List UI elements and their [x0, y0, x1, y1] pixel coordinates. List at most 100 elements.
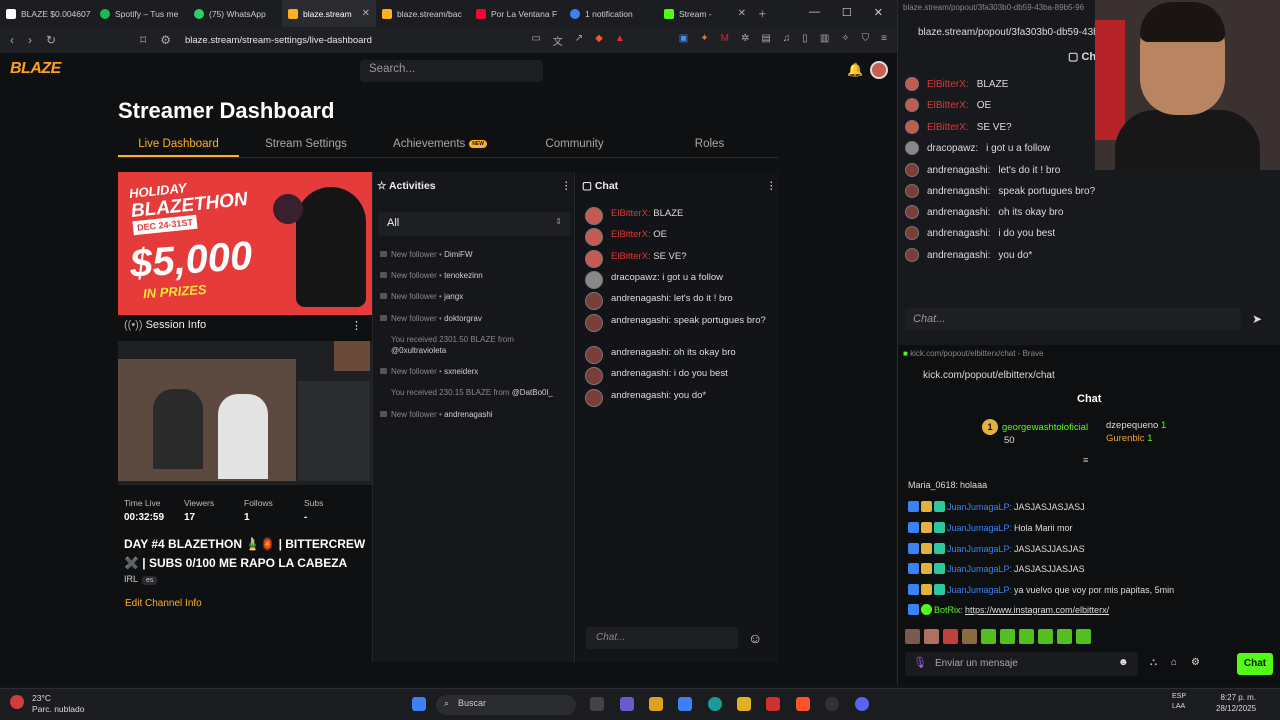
- tab-roles[interactable]: Roles: [642, 134, 777, 157]
- avatar[interactable]: [870, 61, 888, 79]
- search-input[interactable]: Search...: [360, 60, 543, 82]
- kick-url[interactable]: kick.com/popout/elbitterx/chat: [923, 370, 1055, 381]
- share-icon[interactable]: ↗: [575, 33, 583, 48]
- cast-icon[interactable]: ▭: [531, 33, 540, 48]
- copilot-icon[interactable]: [649, 697, 663, 711]
- weather-widget[interactable]: 23°C Parc. nublado: [10, 693, 84, 715]
- browser-tab[interactable]: 1 notification: [564, 0, 658, 27]
- edit-channel-info-link[interactable]: Edit Channel Info: [125, 598, 202, 609]
- popout-url[interactable]: blaze.stream/popout/3fa303b0-db59-43ba: [918, 27, 1104, 38]
- taskbar-search[interactable]: ⌕ Buscar: [436, 695, 576, 715]
- bookmark-icon[interactable]: ⌑: [140, 33, 146, 47]
- emote-icon[interactable]: [1038, 629, 1053, 644]
- crown-icon: [921, 563, 932, 574]
- emote-icon[interactable]: [1057, 629, 1072, 644]
- popout-chat-input[interactable]: Chat...: [905, 308, 1241, 330]
- kick-chat-send-button[interactable]: Chat: [1237, 653, 1273, 675]
- app-icon[interactable]: [766, 697, 780, 711]
- browser-tab[interactable]: Stream - ✕: [658, 0, 752, 27]
- collapse-icon[interactable]: ≡: [1083, 455, 1088, 465]
- emote-icon[interactable]: [943, 629, 958, 644]
- tab-live-dashboard[interactable]: Live Dashboard: [118, 134, 239, 157]
- chat-header: ▢ Chat ⋮: [582, 180, 777, 192]
- chat-input[interactable]: Chat...: [586, 627, 738, 649]
- stat-time-live: Time Live 00:32:59: [124, 498, 165, 523]
- extension-icon[interactable]: ✦: [700, 33, 708, 48]
- settings-icon[interactable]: ⚙: [1191, 657, 1200, 668]
- taskbar-clock[interactable]: 8:27 p. m. 28/12/2025: [1216, 692, 1256, 714]
- new-badge: NEW: [469, 139, 487, 148]
- folder-icon[interactable]: [737, 697, 751, 711]
- microphone-icon[interactable]: 🎙: [913, 656, 927, 669]
- store-icon[interactable]: [678, 697, 692, 711]
- emote-icon[interactable]: [962, 629, 977, 644]
- reload-icon[interactable]: ↻: [46, 33, 56, 47]
- activity-filter-select[interactable]: All ⇕: [378, 212, 570, 236]
- back-icon[interactable]: ‹: [10, 33, 14, 47]
- tab-stream-settings[interactable]: Stream Settings: [239, 134, 373, 157]
- new-tab-button[interactable]: ＋: [752, 0, 780, 27]
- leo-icon[interactable]: ✧: [841, 33, 849, 48]
- stream-preview[interactable]: [118, 341, 372, 485]
- close-window-icon[interactable]: ✕: [874, 6, 883, 19]
- send-icon[interactable]: ➤: [1252, 312, 1262, 326]
- music-icon[interactable]: ♫: [783, 33, 791, 48]
- site-info-icon[interactable]: ⚙: [160, 33, 171, 47]
- sidebar-icon[interactable]: ▯: [802, 33, 808, 48]
- more-options-icon[interactable]: ⋮: [561, 180, 572, 192]
- windows-start-icon[interactable]: [412, 697, 426, 711]
- users-icon[interactable]: ⛬: [1150, 657, 1157, 668]
- browser-tab[interactable]: Spotify – Tus me: [94, 0, 188, 27]
- link[interactable]: https://www.instagram.com/elbitterx/: [965, 605, 1109, 615]
- minimize-icon[interactable]: —: [809, 6, 820, 19]
- close-icon[interactable]: ✕: [738, 8, 746, 19]
- tab-community[interactable]: Community: [507, 134, 642, 157]
- bell-icon[interactable]: 🔔: [847, 62, 863, 78]
- emote-icon[interactable]: [924, 629, 939, 644]
- obs-icon[interactable]: [825, 697, 839, 711]
- emote-icon[interactable]: [981, 629, 996, 644]
- browser-tab-active[interactable]: blaze.stream ✕: [282, 0, 376, 27]
- wallet-icon[interactable]: ▥: [820, 33, 829, 48]
- extension-icon[interactable]: ▤: [761, 33, 770, 48]
- emoji-icon[interactable]: ☻: [1118, 657, 1129, 668]
- translate-ext-icon[interactable]: ▣: [679, 33, 688, 48]
- more-options-icon[interactable]: ⋮: [351, 319, 362, 332]
- rewards-icon[interactable]: ▲: [615, 33, 625, 48]
- maximize-icon[interactable]: ☐: [842, 6, 852, 19]
- edge-icon[interactable]: [708, 697, 722, 711]
- discord-icon[interactable]: [855, 697, 869, 711]
- store-icon[interactable]: ⌂: [1171, 657, 1177, 668]
- kick-message-input[interactable]: Enviar un mensaje: [905, 652, 1138, 676]
- browser-tab[interactable]: blaze.stream/bac: [376, 0, 470, 27]
- vpn-icon[interactable]: ⛉: [862, 33, 870, 48]
- forward-icon[interactable]: ›: [28, 33, 32, 47]
- emote-icon[interactable]: [1076, 629, 1091, 644]
- tab-achievements[interactable]: Achievements NEW: [373, 134, 507, 157]
- app-icon[interactable]: [620, 697, 634, 711]
- url-field[interactable]: blaze.stream/stream-settings/live-dashbo…: [185, 35, 372, 46]
- language-indicator[interactable]: ESP LAA: [1172, 692, 1186, 712]
- stream-category: IRL es: [124, 574, 158, 585]
- blaze-logo[interactable]: BLAZE: [10, 60, 61, 80]
- brave-shield-icon[interactable]: ◆: [595, 33, 603, 48]
- promo-banner[interactable]: HOLIDAY BLAZETHON DEC 24-31ST $5,000 IN P…: [118, 172, 372, 315]
- emote-icon[interactable]: [1000, 629, 1015, 644]
- browser-tab[interactable]: (75) WhatsApp: [188, 0, 282, 27]
- browser-tab[interactable]: Por La Ventana F: [470, 0, 564, 27]
- emoji-icon[interactable]: ☺: [748, 630, 762, 646]
- task-view-icon[interactable]: [590, 697, 604, 711]
- kick-chat-message: JuanJumagaLP: JASJASJJASJAS: [908, 563, 1238, 574]
- brave-icon[interactable]: [796, 697, 810, 711]
- more-options-icon[interactable]: ⋮: [766, 180, 777, 192]
- emote-icon[interactable]: [905, 629, 920, 644]
- close-icon[interactable]: ✕: [362, 8, 370, 19]
- browser-tab[interactable]: BLAZE $0.004607✕: [0, 0, 94, 27]
- translate-icon[interactable]: 文: [553, 33, 563, 48]
- puzzle-icon[interactable]: ✲: [741, 33, 749, 48]
- menu-icon[interactable]: ≡: [881, 33, 887, 48]
- emote-icon[interactable]: [1019, 629, 1034, 644]
- avatar: [585, 207, 603, 225]
- crown-icon: [921, 584, 932, 595]
- extension-icon[interactable]: M: [721, 33, 729, 48]
